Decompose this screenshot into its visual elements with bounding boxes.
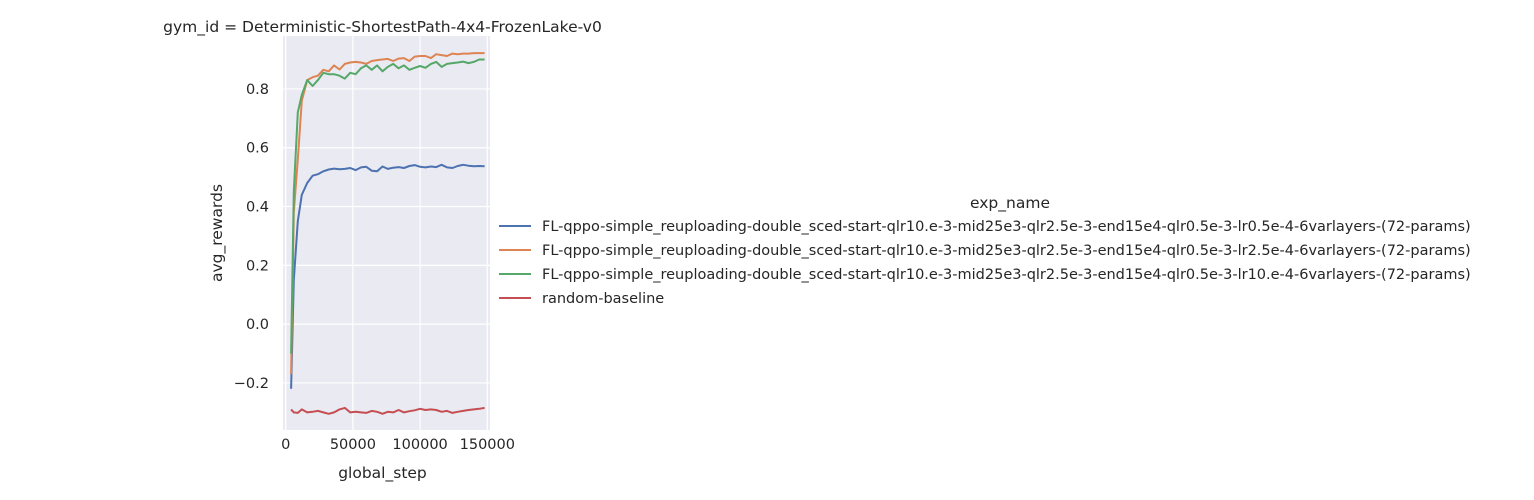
x-tick-label: 150000 bbox=[460, 437, 515, 453]
x-tick-label: 100000 bbox=[392, 437, 447, 453]
y-tick-label: 0.8 bbox=[246, 82, 269, 98]
legend-label: FL-qppo-simple_reuploading-double_sced-s… bbox=[542, 267, 1471, 283]
legend-title: exp_name bbox=[970, 194, 1050, 213]
legend-label: random-baseline bbox=[542, 291, 664, 307]
x-tick-label: 0 bbox=[281, 437, 290, 453]
y-tick-label: 0.0 bbox=[246, 317, 269, 333]
x-axis-ticks: 0 50000 100000 150000 bbox=[281, 437, 515, 453]
y-tick-label: 0.2 bbox=[246, 258, 269, 274]
legend-label: FL-qppo-simple_reuploading-double_sced-s… bbox=[542, 243, 1471, 259]
y-tick-label: 0.4 bbox=[246, 200, 269, 216]
legend-label: FL-qppo-simple_reuploading-double_sced-s… bbox=[542, 219, 1471, 235]
y-tick-label: −0.2 bbox=[234, 376, 269, 392]
y-tick-label: 0.6 bbox=[246, 141, 269, 157]
chart: 0 50000 100000 150000 −0.2 0.0 0.2 0.4 0.6 0.8 g… bbox=[163, 18, 1471, 483]
y-axis-ticks: −0.2 0.0 0.2 0.4 0.6 0.8 bbox=[234, 82, 269, 392]
plot-background bbox=[283, 36, 490, 430]
y-axis-label: avg_rewards bbox=[208, 184, 227, 282]
legend: exp_name FL-qppo-simple_reuploading-doub… bbox=[499, 194, 1471, 307]
x-tick-label: 50000 bbox=[330, 437, 376, 453]
chart-title: gym_id = Deterministic-ShortestPath-4x4-… bbox=[163, 18, 602, 37]
x-axis-label: global_step bbox=[338, 464, 427, 483]
legend-entries: FL-qppo-simple_reuploading-double_sced-s… bbox=[499, 219, 1471, 307]
plot-area bbox=[283, 36, 490, 430]
